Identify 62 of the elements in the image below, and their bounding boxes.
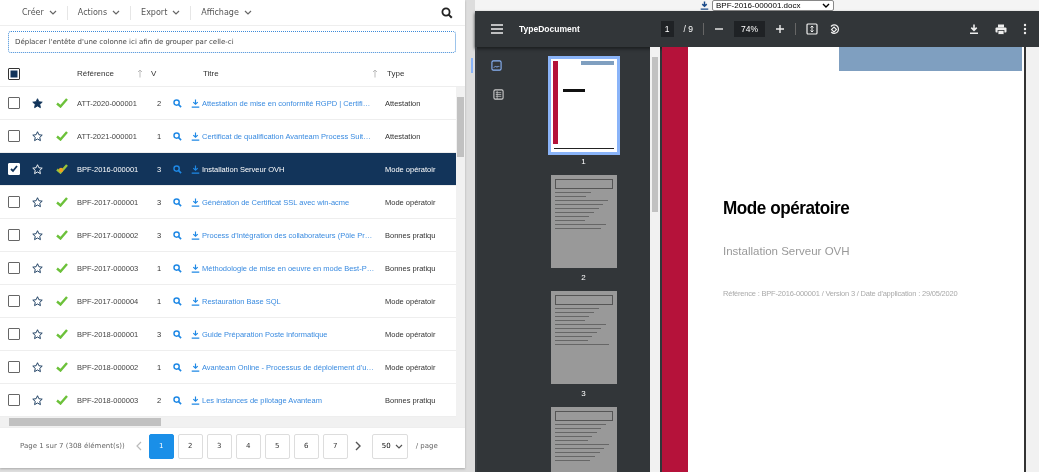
document-title: TypeDocument (519, 24, 580, 34)
star-icon[interactable] (32, 295, 43, 307)
list-icon[interactable] (492, 89, 504, 100)
row-checkbox[interactable] (8, 295, 20, 307)
star-icon[interactable] (32, 196, 43, 208)
chevron-down-icon (172, 10, 181, 15)
row-checkbox[interactable] (8, 394, 20, 406)
print-icon[interactable] (995, 23, 1007, 35)
zoom-in-icon[interactable] (775, 24, 785, 34)
file-select[interactable]: BPF-2016-000001.docx (712, 0, 834, 11)
page-number-label: 2 (581, 273, 586, 282)
toolbar-menu[interactable]: Actions (67, 8, 131, 17)
toolbar-menu[interactable]: Créer (12, 8, 67, 17)
document-heading: Mode opératoire (723, 197, 851, 219)
download-icon[interactable] (700, 1, 709, 10)
page-number-label: 1 (581, 157, 586, 166)
page-number-label: 3 (581, 389, 586, 398)
chevron-down-icon (112, 10, 121, 15)
chevron-down-icon (243, 10, 252, 15)
row-checkbox[interactable] (8, 196, 20, 208)
sidebar-scrollbar[interactable] (650, 47, 660, 472)
star-icon[interactable] (32, 97, 43, 109)
page-thumbnail[interactable] (550, 291, 617, 384)
row-checkbox[interactable] (8, 229, 20, 241)
next-page-icon[interactable] (354, 441, 361, 451)
star-icon[interactable] (32, 130, 43, 142)
vertical-scrollbar[interactable] (456, 87, 465, 417)
chevron-down-icon (394, 443, 403, 449)
image-icon[interactable] (490, 60, 502, 71)
horizontal-scrollbar[interactable] (0, 417, 465, 427)
chevron-down-icon (48, 10, 57, 15)
more-options-icon[interactable] (1023, 23, 1027, 35)
select-all-checkbox[interactable] (8, 67, 20, 80)
toolbar-menu[interactable]: Affichage (191, 8, 262, 17)
column-header[interactable]: Référence (77, 69, 114, 78)
row-checkbox[interactable] (8, 361, 20, 373)
page-count: / 9 (683, 24, 693, 34)
toolbar-menu[interactable]: Export (131, 8, 191, 17)
page-number-field[interactable]: 1 (660, 21, 674, 37)
zoom-field[interactable]: 74% (733, 21, 765, 37)
star-icon[interactable] (32, 229, 43, 241)
chevron-down-icon (822, 3, 830, 8)
fit-page-icon[interactable] (806, 23, 818, 35)
column-header[interactable]: V (151, 69, 157, 78)
row-checkbox[interactable] (8, 328, 20, 340)
star-icon[interactable] (32, 328, 43, 340)
page-thumbnail[interactable] (550, 407, 617, 472)
page-scrollbar[interactable] (1024, 47, 1039, 472)
menu-icon[interactable] (491, 24, 503, 34)
column-header[interactable]: Type (387, 69, 405, 78)
search-icon[interactable] (441, 6, 453, 19)
row-checkbox[interactable] (8, 262, 20, 274)
row-checkbox[interactable] (8, 130, 20, 142)
star-icon[interactable] (32, 394, 43, 406)
star-icon[interactable] (32, 262, 43, 274)
document-subtitle: Installation Serveur OVH (723, 245, 851, 257)
row-checkbox[interactable] (8, 97, 20, 109)
column-header[interactable]: Titre (203, 69, 219, 78)
rotate-icon[interactable] (828, 23, 840, 35)
star-icon[interactable] (32, 361, 43, 373)
page-thumbnail[interactable] (550, 59, 617, 152)
page-thumbnail[interactable] (550, 175, 617, 268)
